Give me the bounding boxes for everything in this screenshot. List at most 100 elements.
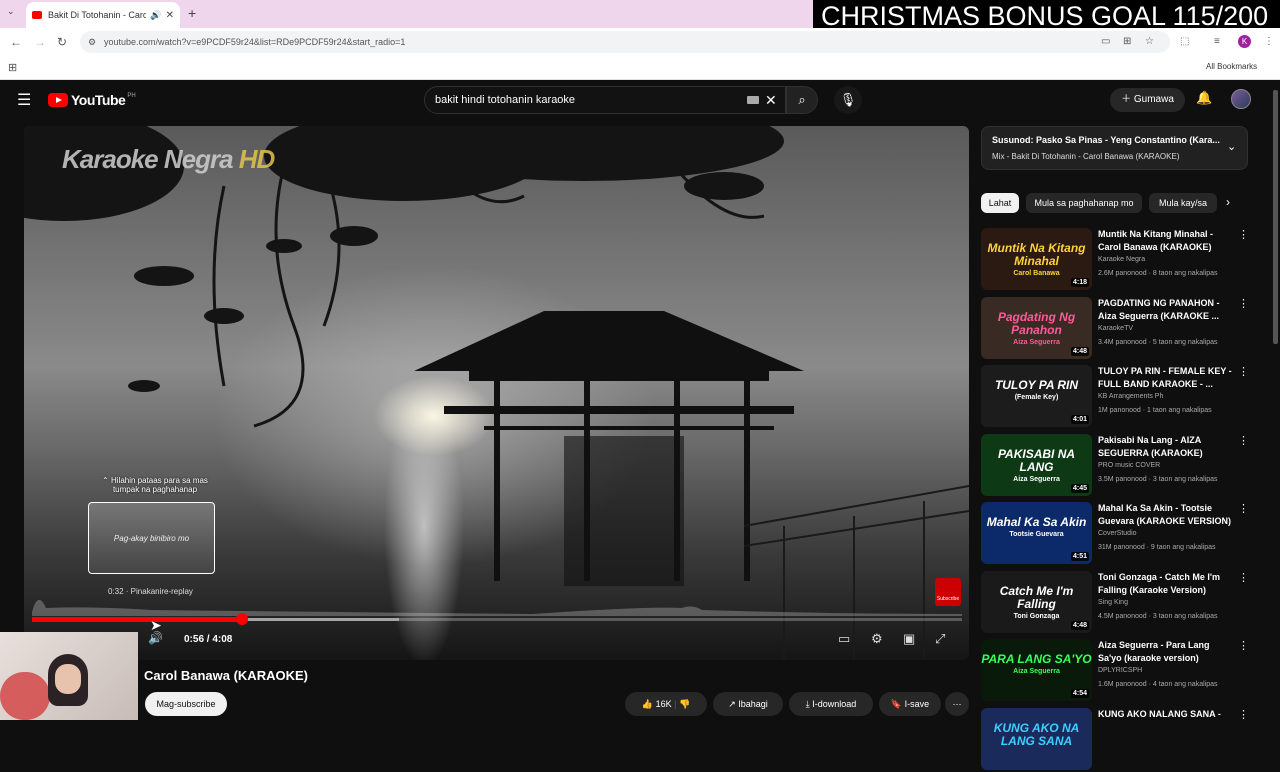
video-thumbnail[interactable]: Mahal Ka Sa Akin Tootsie Guevara 4:51: [981, 502, 1092, 564]
most-replayed-heatmap: [32, 599, 962, 616]
recommended-video[interactable]: KUNG AKO NA LANG SANA KUNG AKO NALANG SAN…: [981, 707, 1249, 772]
download-label: I-download: [812, 699, 857, 709]
chip-from-search[interactable]: Mula sa paghahanap mo: [1026, 193, 1142, 213]
recommended-video[interactable]: Mahal Ka Sa Akin Tootsie Guevara 4:51 Mahal…: [981, 502, 1249, 566]
like-button[interactable]: 👍 16K: [642, 699, 672, 709]
create-button[interactable]: ＋ Gumawa: [1110, 88, 1185, 112]
voice-search-button[interactable]: 🎙: [834, 86, 862, 114]
video-thumbnail[interactable]: PAKISABI NA LANG Aiza Seguerra 4:45: [981, 433, 1092, 496]
video-thumbnail[interactable]: KUNG AKO NA LANG SANA: [981, 707, 1092, 770]
chip-all[interactable]: Lahat: [981, 193, 1019, 213]
up-arrow-icon: ⌃: [102, 476, 111, 485]
thumb-text: Catch Me I'm Falling: [999, 583, 1074, 611]
reload-icon[interactable]: ↻: [57, 35, 67, 49]
video-thumbnail[interactable]: Catch Me I'm Falling Toni Gonzaga 4:48: [981, 570, 1092, 633]
channel-name[interactable]: Carol Banawa (KARAOKE): [144, 668, 308, 683]
save-icon: 🔖: [890, 699, 905, 709]
video-thumbnail[interactable]: PARA LANG SA'YO Aiza Seguerra 4:54: [981, 639, 1092, 701]
up-next-panel[interactable]: Susunod: Pasko Sa Pinas - Yeng Constanti…: [981, 126, 1248, 170]
duration-badge: 4:01: [1070, 415, 1089, 424]
thumb-text: Pagdating Ng Panahon: [997, 309, 1076, 337]
youtube-header: ☰ YouTube PH bakit hindi totohanin karao…: [0, 80, 1280, 120]
browser-menu-icon[interactable]: ⋮: [1264, 36, 1274, 47]
video-player[interactable]: Karaoke Negra HD ⌃ Hilahin pataas para s…: [24, 126, 969, 660]
video-thumbnail[interactable]: Muntik Na Kitang Minahal Carol Banawa 4:18: [981, 228, 1092, 290]
recommended-video[interactable]: Catch Me I'm Falling Toni Gonzaga 4:48 Toni…: [981, 570, 1249, 635]
translate-icon[interactable]: ⊞: [1123, 36, 1131, 47]
logo-text: YouTube: [71, 92, 126, 108]
played-bar: [32, 617, 242, 622]
keyboard-icon[interactable]: [747, 96, 759, 104]
site-info-icon[interactable]: ⚙: [88, 31, 96, 53]
tab-title: Bakit Di Totohanin - Carol B: [48, 10, 147, 20]
back-icon[interactable]: ←: [10, 35, 22, 49]
recommended-video[interactable]: PAKISABI NA LANG Aiza Seguerra 4:45 Pakisab…: [981, 433, 1249, 498]
search-button[interactable]: ⌕: [786, 86, 818, 114]
notifications-bell-icon[interactable]: 🔔: [1196, 90, 1212, 106]
thumb-subtext: Aiza Seguerra: [1013, 475, 1060, 483]
theater-mode-icon[interactable]: ▣: [903, 631, 915, 647]
more-options-icon[interactable]: ⋮: [1238, 571, 1249, 584]
youtube-logo[interactable]: YouTube PH: [48, 92, 136, 108]
media-icon[interactable]: ≡: [1214, 36, 1220, 47]
more-options-icon[interactable]: ⋮: [1238, 639, 1249, 652]
all-bookmarks[interactable]: All Bookmarks: [1206, 62, 1257, 71]
apps-grid-icon[interactable]: ⊞: [8, 61, 17, 74]
more-actions-button[interactable]: ⋯: [945, 692, 969, 716]
save-button[interactable]: 🔖 I-save: [879, 692, 941, 716]
close-tab-icon[interactable]: ✕: [166, 10, 174, 21]
fullscreen-icon[interactable]: ⤢: [935, 631, 945, 647]
youtube-favicon-icon: [32, 11, 42, 19]
recommended-video[interactable]: Pagdating Ng Panahon Aiza Seguerra 4:48 PAG…: [981, 296, 1249, 361]
more-options-icon[interactable]: ⋮: [1238, 708, 1249, 721]
webcam-face: [55, 664, 81, 694]
more-options-icon[interactable]: ⋮: [1238, 434, 1249, 447]
scrubber-handle[interactable]: [235, 613, 248, 625]
thumbs-down-icon: 👎: [678, 699, 691, 709]
browser-tab[interactable]: Bakit Di Totohanin - Carol B 🔊 ✕: [26, 2, 180, 28]
new-tab-button[interactable]: +: [188, 5, 196, 21]
profile-avatar[interactable]: K: [1238, 35, 1251, 48]
recommended-video[interactable]: Muntik Na Kitang Minahal Carol Banawa 4:18…: [981, 228, 1249, 292]
account-avatar[interactable]: [1231, 89, 1251, 109]
forward-icon[interactable]: →: [34, 35, 46, 49]
dislike-button[interactable]: 👎: [679, 699, 690, 709]
settings-gear-icon[interactable]: ⚙: [871, 631, 883, 647]
url-bar[interactable]: ⚙ youtube.com/watch?v=e9PCDF59r24&list=R…: [80, 31, 1170, 53]
video-meta: 1.6M panonood · 4 taon ang nakalipas: [1098, 681, 1218, 688]
recommended-video[interactable]: TULOY PA RIN (Female Key) 4:01 TULOY PA RIN…: [981, 365, 1249, 429]
more-options-icon[interactable]: ⋮: [1238, 228, 1249, 241]
extensions-icon[interactable]: ⬚: [1180, 36, 1189, 47]
thumb-subtext: Carol Banawa: [1013, 270, 1060, 277]
more-options-icon[interactable]: ⋮: [1238, 365, 1249, 378]
chip-from-channel[interactable]: Mula kay/sa: [1149, 193, 1217, 213]
chevron-right-icon[interactable]: ›: [1226, 195, 1230, 209]
recommended-video[interactable]: PARA LANG SA'YO Aiza Seguerra 4:54 Aiza Seg…: [981, 639, 1249, 703]
speaker-icon[interactable]: 🔊: [150, 10, 161, 21]
search-input[interactable]: bakit hindi totohanin karaoke ✕: [424, 86, 786, 114]
mouse-cursor: ➤: [150, 617, 162, 633]
create-label: Gumawa: [1133, 94, 1174, 105]
share-button[interactable]: ↗ Ibahagi: [713, 692, 783, 716]
seek-preview-thumbnail: Pag-akay binibiro mo: [88, 502, 215, 574]
more-options-icon[interactable]: ⋮: [1238, 297, 1249, 310]
install-icon[interactable]: ▭: [1101, 36, 1110, 47]
webcam-hand: [0, 672, 50, 720]
hamburger-menu-icon[interactable]: ☰: [17, 90, 31, 110]
video-thumbnail[interactable]: Pagdating Ng Panahon Aiza Seguerra 4:48: [981, 296, 1092, 359]
bookmarks-bar: ⊞ All Bookmarks: [0, 56, 1280, 80]
clear-search-icon[interactable]: ✕: [765, 87, 777, 113]
like-dislike-group: 👍 16K | 👎: [625, 692, 707, 716]
subtitles-icon[interactable]: ▭: [838, 631, 850, 647]
bookmark-star-icon[interactable]: ☆: [1145, 36, 1154, 47]
download-button[interactable]: ⤓ I-download: [789, 692, 873, 716]
more-options-icon[interactable]: ⋮: [1238, 502, 1249, 515]
thumb-subtext: Aiza Seguerra: [1013, 338, 1060, 346]
share-label: Ibahagi: [738, 699, 768, 709]
video-thumbnail[interactable]: TULOY PA RIN (Female Key) 4:01: [981, 365, 1092, 427]
subscribe-button[interactable]: Mag-subscribe: [145, 692, 227, 716]
scrollbar[interactable]: [1273, 90, 1278, 344]
tab-search-icon[interactable]: ⌄: [7, 6, 15, 17]
seek-hint: ⌃ Hilahin pataas para sa mas tumpak na p…: [100, 476, 210, 494]
chevron-down-icon[interactable]: ⌄: [1227, 140, 1236, 153]
